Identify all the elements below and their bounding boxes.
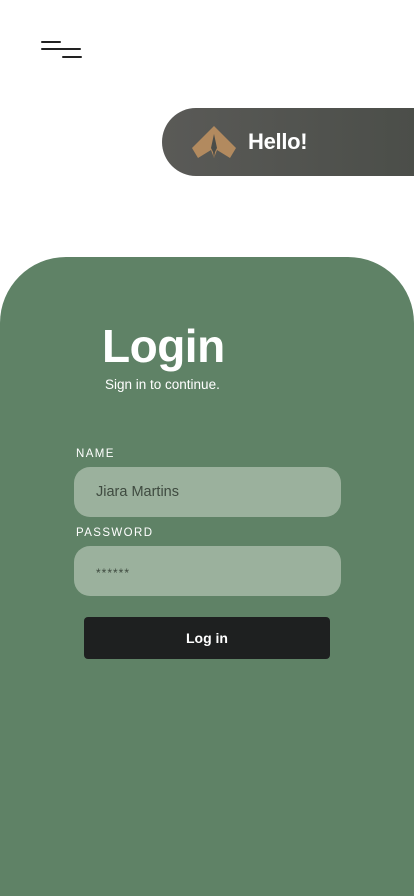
- menu-line-top: [41, 41, 61, 43]
- rocket-arrow-logo-icon: [192, 126, 236, 158]
- greeting-pill: Hello!: [162, 108, 414, 176]
- menu-line-bottom: [62, 56, 82, 58]
- password-input-value: ******: [96, 566, 131, 580]
- password-input[interactable]: ******: [74, 546, 341, 596]
- login-card: Login Sign in to continue. NAME Jiara Ma…: [0, 257, 414, 896]
- login-screen: Hello! Login Sign in to continue. NAME J…: [0, 0, 414, 896]
- name-input[interactable]: Jiara Martins: [74, 467, 341, 517]
- hamburger-menu-icon[interactable]: [38, 38, 86, 64]
- login-button[interactable]: Log in: [84, 617, 330, 659]
- name-label: NAME: [76, 448, 115, 460]
- name-input-value: Jiara Martins: [96, 484, 179, 500]
- password-label: PASSWORD: [76, 527, 154, 539]
- greeting-text: Hello!: [248, 129, 308, 154]
- login-title: Login: [102, 320, 225, 372]
- menu-line-middle: [41, 48, 81, 50]
- login-subtitle: Sign in to continue.: [105, 377, 220, 392]
